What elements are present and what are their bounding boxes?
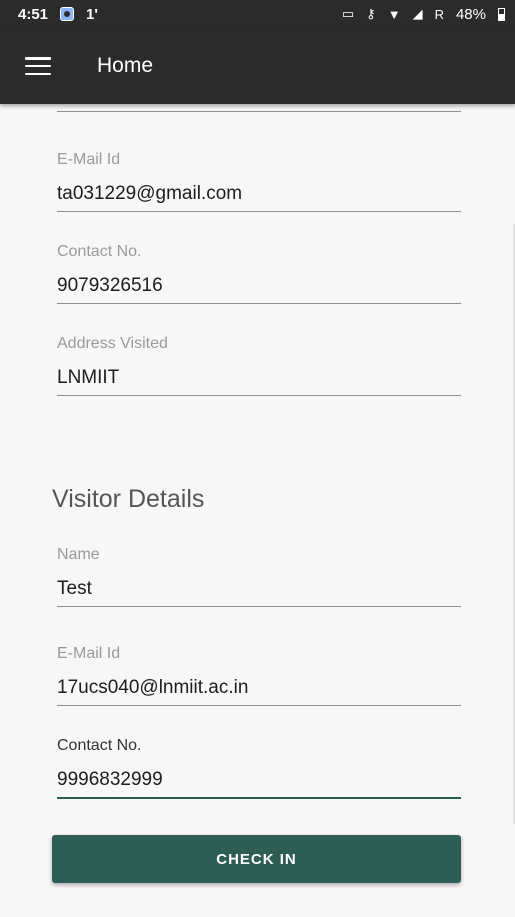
host-email-label: E-Mail Id [57,151,121,168]
visitor-name-field[interactable]: Name Test [57,546,461,607]
cellular-signal-icon: ◢ [412,6,423,21]
cast-icon: ▭ [341,6,355,21]
check-in-button[interactable]: CHECK IN [52,835,461,883]
visitor-name-input[interactable]: Test [57,578,461,607]
visitor-email-label: E-Mail Id [57,645,121,662]
wifi-icon: ▼ [387,6,401,22]
app-bar: Home [0,28,515,104]
host-contact-label: Contact No. [57,243,142,260]
address-visited-label: Address Visited [57,335,168,352]
battery-percent: 48% [455,5,486,23]
host-name-underline [57,111,461,112]
visitor-contact-input[interactable]: 9996832999 [57,769,461,799]
status-bar-left: 4:51 1' [18,6,98,23]
menu-icon[interactable] [25,57,51,75]
host-email-input[interactable]: ta031229@gmail.com [57,183,461,212]
visitor-details-heading: Visitor Details [52,485,205,513]
roaming-indicator: R [434,6,444,22]
page-title: Home [97,54,154,77]
host-contact-input[interactable]: 9079326516 [57,275,461,304]
status-bar: 4:51 1' ▭ ⚷ ▼ ◢ R 48% [0,0,515,28]
form-scroll-area[interactable]: E-Mail Id ta031229@gmail.com Contact No.… [0,104,515,917]
status-time: 4:51 [18,5,49,23]
notification-count: 1' [86,5,98,23]
visitor-email-input[interactable]: 17ucs040@lnmiit.ac.in [57,677,461,706]
visitor-name-label: Name [57,546,100,563]
host-contact-field[interactable]: Contact No. 9079326516 [57,243,461,304]
app-notification-icon [60,7,75,21]
status-bar-right: ▭ ⚷ ▼ ◢ R 48% [342,6,505,23]
address-visited-input[interactable]: LNMIIT [57,367,461,396]
visitor-email-field[interactable]: E-Mail Id 17ucs040@lnmiit.ac.in [57,645,461,706]
visitor-contact-field[interactable]: Contact No. 9996832999 [57,737,461,799]
visitor-contact-label: Contact No. [57,737,142,754]
vpn-key-icon: ⚷ [366,6,376,21]
battery-icon [498,7,505,21]
host-email-field[interactable]: E-Mail Id ta031229@gmail.com [57,151,461,212]
address-visited-field[interactable]: Address Visited LNMIIT [57,335,461,396]
